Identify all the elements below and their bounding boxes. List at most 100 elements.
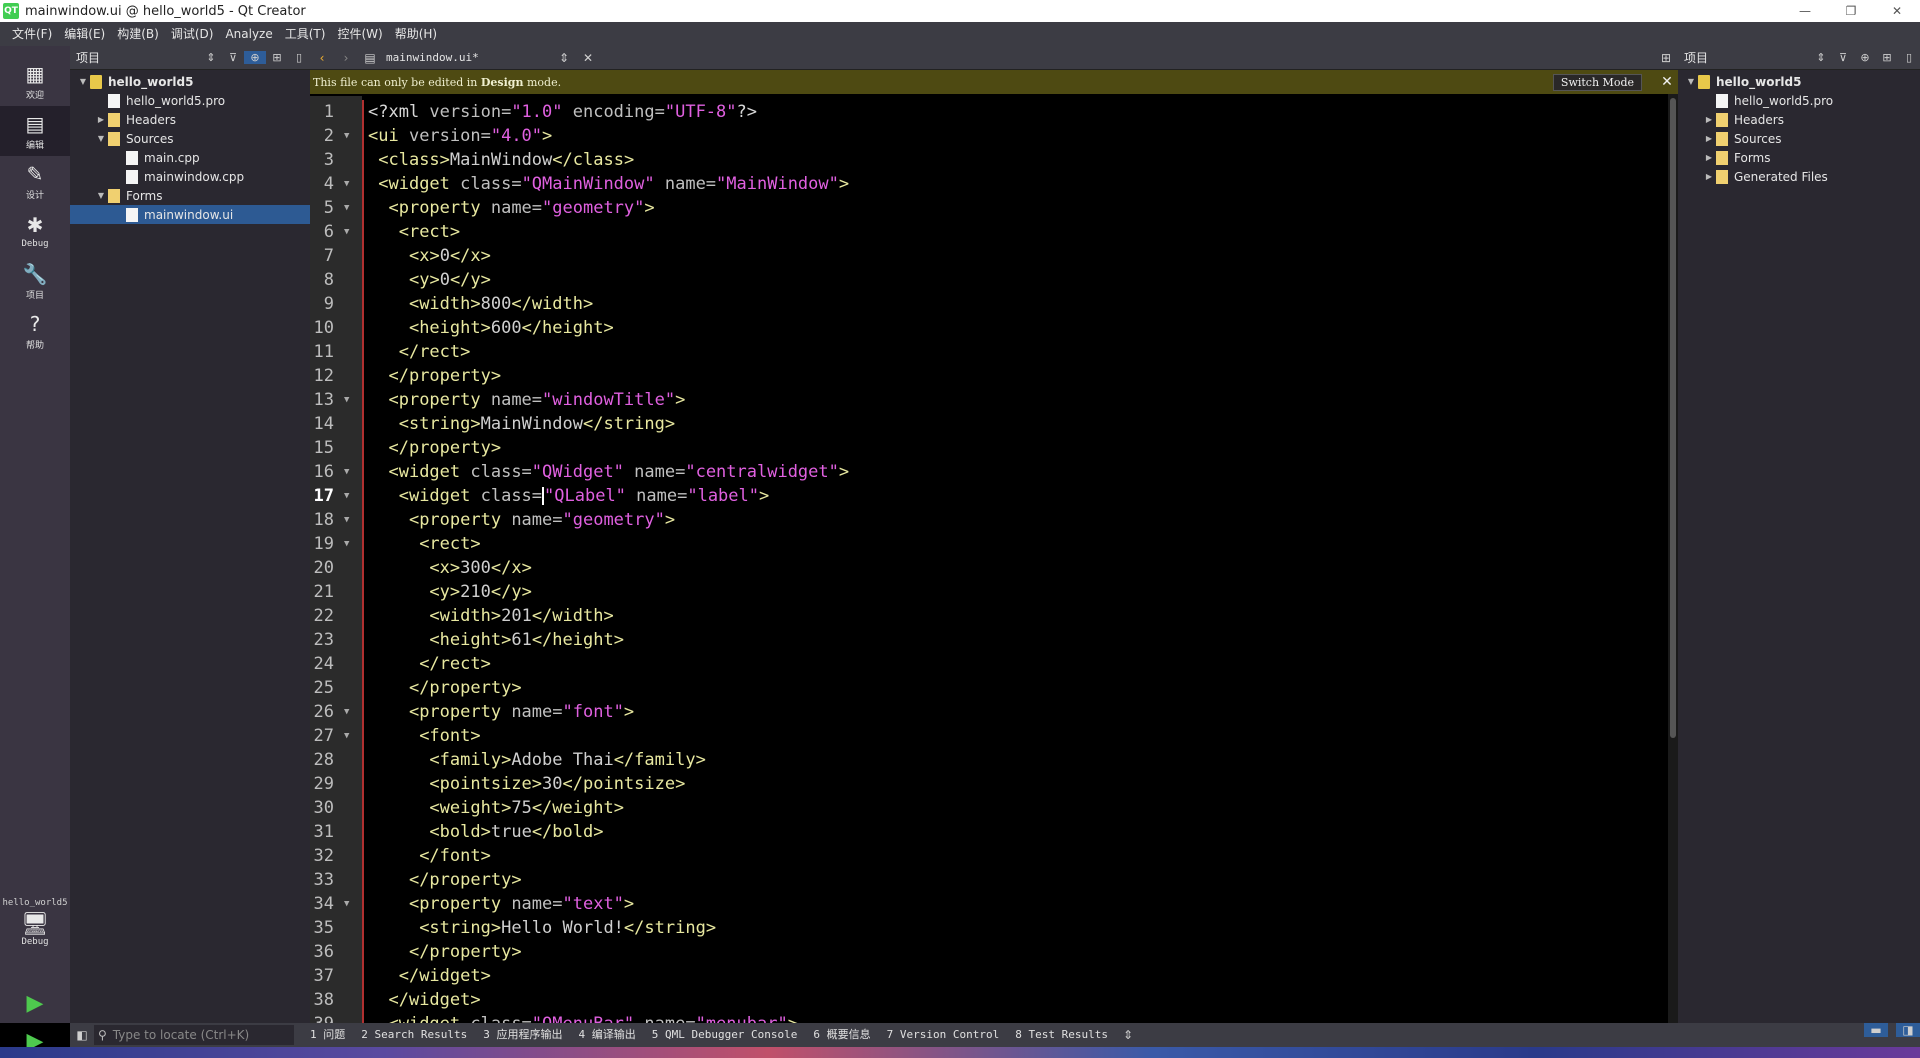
close-button[interactable]: ✕: [1874, 0, 1920, 22]
code-line[interactable]: 24 </rect>: [310, 652, 1668, 676]
fold-marker-icon[interactable]: ▼: [344, 124, 354, 148]
filter-icon[interactable]: ⊽: [222, 51, 244, 64]
mode-help[interactable]: ? 帮助: [0, 306, 70, 356]
tree-item[interactable]: ▶ Sources: [1678, 129, 1920, 148]
menu-item[interactable]: 调试(D): [165, 22, 220, 46]
expand-arrow-icon[interactable]: ▶: [94, 115, 108, 124]
vertical-scrollbar[interactable]: [1668, 94, 1678, 1023]
code-line[interactable]: 39 <widget class="QMenuBar" name="menuba…: [310, 1012, 1668, 1023]
output-tab[interactable]: 2 Search Results: [353, 1023, 475, 1047]
code-line[interactable]: 33 </property>: [310, 868, 1668, 892]
close-document-icon[interactable]: ✕: [576, 51, 600, 65]
code-line[interactable]: 20 <x>300</x>: [310, 556, 1668, 580]
filter-icon[interactable]: ⊽: [1832, 51, 1854, 64]
tree-item[interactable]: ▶ Forms: [1678, 148, 1920, 167]
output-tab[interactable]: 7 Version Control: [879, 1023, 1008, 1047]
split-icon[interactable]: ⊞: [266, 51, 288, 64]
toggle-sidebar-icon[interactable]: ◧: [70, 1028, 94, 1042]
code-line[interactable]: 5 ▼ <property name="geometry">: [310, 196, 1668, 220]
code-line[interactable]: 3 <class>MainWindow</class>: [310, 148, 1668, 172]
updown-icon[interactable]: ⇕: [200, 51, 222, 64]
tree-item[interactable]: ▶ Headers: [1678, 110, 1920, 129]
code-line[interactable]: 32 </font>: [310, 844, 1668, 868]
code-line[interactable]: 15 </property>: [310, 436, 1668, 460]
code-line[interactable]: 25 </property>: [310, 676, 1668, 700]
fold-marker-icon[interactable]: ▼: [344, 172, 354, 196]
code-view[interactable]: 1 <?xml version="1.0" encoding="UTF-8"?> 2…: [310, 96, 1668, 1023]
tree-item[interactable]: hello_world5.pro: [70, 91, 310, 110]
close-pane-icon[interactable]: ▯: [1898, 51, 1920, 64]
fold-marker-icon[interactable]: ▼: [344, 892, 354, 916]
tree-item[interactable]: ▼ hello_world5: [1678, 72, 1920, 91]
back-icon[interactable]: ‹: [310, 51, 334, 65]
expand-arrow-icon[interactable]: ▶: [1702, 153, 1716, 162]
right-sidebar-toggle-icon[interactable]: ◨: [1896, 1023, 1920, 1037]
expand-arrow-icon[interactable]: ▼: [94, 191, 108, 200]
mode-grid[interactable]: ▦ 欢迎: [0, 56, 70, 106]
code-line[interactable]: 6 ▼ <rect>: [310, 220, 1668, 244]
code-line[interactable]: 9 <width>800</width>: [310, 292, 1668, 316]
switch-mode-button[interactable]: Switch Mode: [1552, 73, 1642, 91]
mode-edit[interactable]: ▤ 编辑: [0, 106, 70, 156]
document-selector[interactable]: mainwindow.ui*: [382, 51, 552, 64]
panel-title-right[interactable]: 项目: [1682, 49, 1810, 66]
expand-arrow-icon[interactable]: ▼: [76, 77, 90, 86]
fold-marker-icon[interactable]: ▼: [344, 724, 354, 748]
restore-button[interactable]: ❐: [1828, 0, 1874, 22]
menu-item[interactable]: Analyze: [219, 22, 278, 46]
code-line[interactable]: 37 </widget>: [310, 964, 1668, 988]
code-line[interactable]: 2 ▼ <ui version="4.0">: [310, 124, 1668, 148]
output-tab[interactable]: 3 应用程序输出: [475, 1023, 570, 1047]
fold-marker-icon[interactable]: ▼: [344, 508, 354, 532]
fold-marker-icon[interactable]: ▼: [344, 220, 354, 244]
output-toggle-icon[interactable]: ▬: [1864, 1023, 1888, 1037]
code-line[interactable]: 30 <weight>75</weight>: [310, 796, 1668, 820]
tree-item[interactable]: main.cpp: [70, 148, 310, 167]
updown-icon[interactable]: ⇕: [552, 51, 576, 65]
forward-icon[interactable]: ›: [334, 51, 358, 65]
minimize-button[interactable]: —: [1782, 0, 1828, 22]
kit-selector[interactable]: 🖥 Debug: [0, 912, 70, 962]
mode-bug[interactable]: ✱ Debug: [0, 206, 70, 256]
fold-marker-icon[interactable]: ▼: [344, 460, 354, 484]
close-icon[interactable]: ✕: [1656, 74, 1678, 90]
output-tab[interactable]: 1 问题: [302, 1023, 353, 1047]
code-line[interactable]: 1 <?xml version="1.0" encoding="UTF-8"?>: [310, 100, 1668, 124]
scrollbar-thumb[interactable]: [1670, 98, 1676, 738]
code-line[interactable]: 17 ▼ <widget class= "QLabel" name="label">: [310, 484, 1668, 508]
menu-item[interactable]: 帮助(H): [389, 22, 443, 46]
tree-item[interactable]: hello_world5.pro: [1678, 91, 1920, 110]
code-line[interactable]: 19 ▼ <rect>: [310, 532, 1668, 556]
link-icon[interactable]: ⊕: [1854, 51, 1876, 64]
expand-arrow-icon[interactable]: ▼: [1684, 77, 1698, 86]
menu-item[interactable]: 控件(W): [331, 22, 388, 46]
code-line[interactable]: 22 <width>201</width>: [310, 604, 1668, 628]
code-line[interactable]: 29 <pointsize>30</pointsize>: [310, 772, 1668, 796]
split-icon[interactable]: ⊞: [1654, 51, 1678, 65]
mode-wrench[interactable]: 🔧 项目: [0, 256, 70, 306]
code-line[interactable]: 7 <x>0</x>: [310, 244, 1668, 268]
expand-arrow-icon[interactable]: ▼: [94, 134, 108, 143]
menu-item[interactable]: 文件(F): [6, 22, 58, 46]
tree-item[interactable]: ▶ Generated Files: [1678, 167, 1920, 186]
code-line[interactable]: 28 <family>Adobe Thai</family>: [310, 748, 1668, 772]
code-line[interactable]: 23 <height>61</height>: [310, 628, 1668, 652]
code-line[interactable]: 38 </widget>: [310, 988, 1668, 1012]
tree-item[interactable]: ▼ hello_world5: [70, 72, 310, 91]
mode-pencil[interactable]: ✎ 设计: [0, 156, 70, 206]
code-line[interactable]: 35 <string>Hello World!</string>: [310, 916, 1668, 940]
expand-arrow-icon[interactable]: ▶: [1702, 115, 1716, 124]
code-line[interactable]: 12 </property>: [310, 364, 1668, 388]
tree-item[interactable]: ▼ Sources: [70, 129, 310, 148]
link-icon[interactable]: ⊕: [244, 51, 266, 64]
code-line[interactable]: 27 ▼ <font>: [310, 724, 1668, 748]
updown-icon[interactable]: ⇕: [1116, 1028, 1140, 1042]
tree-item[interactable]: mainwindow.ui: [70, 205, 310, 224]
fold-marker-icon[interactable]: ▼: [344, 532, 354, 556]
split-icon[interactable]: ⊞: [1876, 51, 1898, 64]
menu-item[interactable]: 构建(B): [111, 22, 165, 46]
output-tab[interactable]: 5 QML Debugger Console: [644, 1023, 806, 1047]
code-line[interactable]: 34 ▼ <property name="text">: [310, 892, 1668, 916]
run-button[interactable]: ▶: [0, 986, 70, 1020]
code-line[interactable]: 14 <string>MainWindow</string>: [310, 412, 1668, 436]
